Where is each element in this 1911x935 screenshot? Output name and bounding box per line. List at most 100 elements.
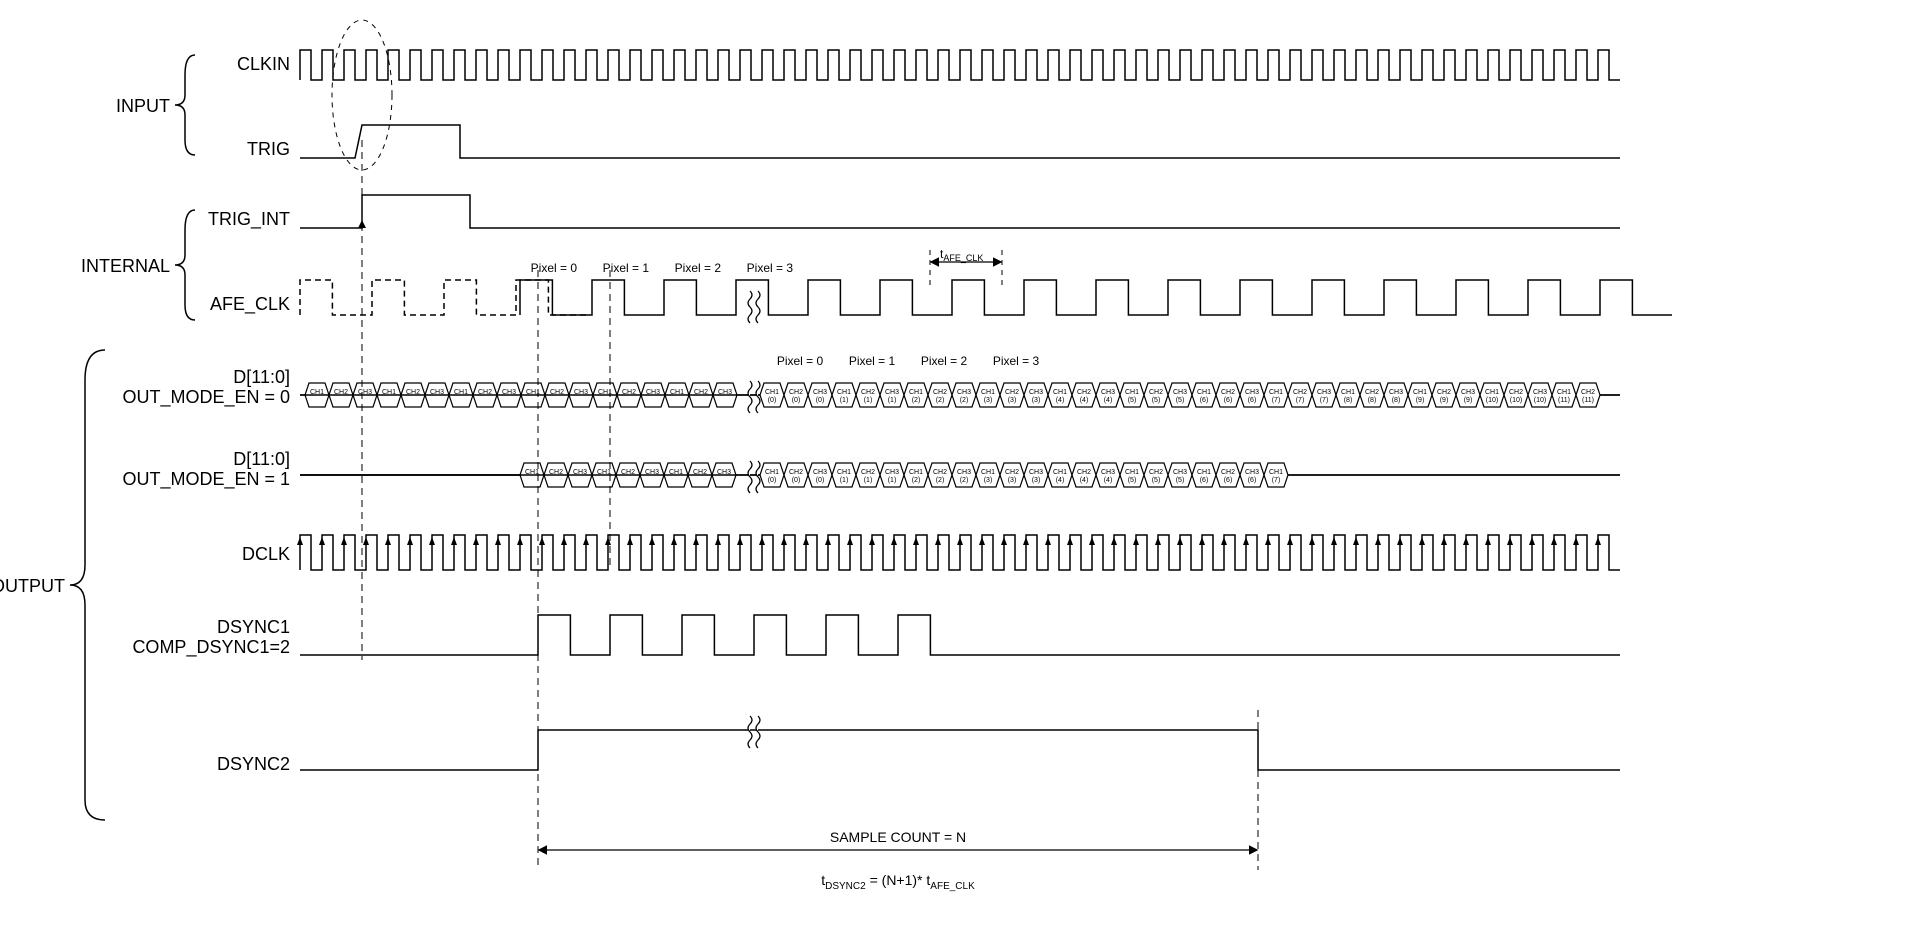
- svg-text:(5): (5): [1176, 477, 1185, 484]
- svg-text:CH3: CH3: [1173, 389, 1187, 396]
- svg-text:Pixel = 3: Pixel = 3: [747, 261, 794, 275]
- svg-text:CH2: CH2: [1221, 389, 1235, 396]
- svg-text:CH3: CH3: [957, 469, 971, 476]
- label-dsync1-b: COMP_DSYNC1=2: [132, 637, 290, 658]
- wave-trig: [300, 125, 1620, 158]
- svg-text:(7): (7): [1320, 397, 1329, 404]
- svg-text:Pixel = 1: Pixel = 1: [603, 261, 650, 275]
- svg-text:CH2: CH2: [1005, 389, 1019, 396]
- svg-text:CH1: CH1: [909, 389, 923, 396]
- svg-text:(4): (4): [1056, 477, 1065, 484]
- t-afe-clk-marker: tAFE_CLK: [930, 247, 1002, 290]
- svg-text:(4): (4): [1080, 477, 1089, 484]
- label-d-mode0-b: OUT_MODE_EN = 0: [122, 387, 290, 408]
- svg-text:CH2: CH2: [1221, 469, 1235, 476]
- svg-text:CH2: CH2: [861, 469, 875, 476]
- svg-text:(0): (0): [768, 397, 777, 404]
- svg-text:CH2: CH2: [789, 389, 803, 396]
- svg-text:(3): (3): [984, 477, 993, 484]
- svg-text:CH3: CH3: [813, 389, 827, 396]
- svg-text:CH3: CH3: [885, 389, 899, 396]
- svg-text:(5): (5): [1152, 477, 1161, 484]
- svg-text:CH1: CH1: [1269, 469, 1283, 476]
- svg-text:CH1: CH1: [1197, 389, 1211, 396]
- label-dsync2: DSYNC2: [217, 754, 290, 774]
- svg-text:(5): (5): [1152, 397, 1161, 404]
- label-trig-int: TRIG_INT: [208, 209, 290, 230]
- svg-text:(7): (7): [1272, 477, 1281, 484]
- svg-text:CH2: CH2: [1005, 469, 1019, 476]
- svg-text:CH3: CH3: [1317, 389, 1331, 396]
- svg-text:Pixel = 0: Pixel = 0: [777, 354, 824, 368]
- svg-text:(4): (4): [1104, 477, 1113, 484]
- svg-text:tDSYNC2 = (N+1)* tAFE_CLK: tDSYNC2 = (N+1)* tAFE_CLK: [821, 872, 975, 892]
- wave-clkin: [300, 50, 1620, 80]
- svg-text:CH2: CH2: [1077, 389, 1091, 396]
- svg-text:(4): (4): [1104, 397, 1113, 404]
- svg-text:(0): (0): [768, 477, 777, 484]
- svg-text:(2): (2): [936, 477, 945, 484]
- wave-dsync1: [300, 615, 1620, 655]
- svg-text:(6): (6): [1248, 477, 1257, 484]
- svg-text:(0): (0): [816, 397, 825, 404]
- svg-text:CH3: CH3: [813, 469, 827, 476]
- svg-text:(7): (7): [1272, 397, 1281, 404]
- svg-text:(1): (1): [864, 397, 873, 404]
- svg-text:(10): (10): [1534, 397, 1546, 404]
- svg-text:(3): (3): [984, 397, 993, 404]
- svg-text:CH2: CH2: [1437, 389, 1451, 396]
- svg-text:CH1: CH1: [1413, 389, 1427, 396]
- svg-text:(4): (4): [1056, 397, 1065, 404]
- pixel-labels-output: Pixel = 0Pixel = 1Pixel = 2Pixel = 3: [777, 354, 1040, 368]
- svg-text:Pixel = 1: Pixel = 1: [849, 354, 896, 368]
- svg-text:(2): (2): [936, 397, 945, 404]
- svg-text:CH2: CH2: [1149, 389, 1163, 396]
- svg-text:CH3: CH3: [885, 469, 899, 476]
- bus-d-mode0: CH1 CH2 CH3 CH1 CH2 CH3 CH1 CH2 CH3 CH1 CH2 CH3 CH1 C…: [300, 383, 1620, 407]
- pixel-labels-internal: Pixel = 0Pixel = 1Pixel = 2Pixel = 3: [531, 261, 794, 275]
- svg-text:(1): (1): [840, 397, 849, 404]
- svg-text:Pixel = 2: Pixel = 2: [675, 261, 722, 275]
- label-dsync1-a: DSYNC1: [217, 617, 290, 637]
- wave-dclk: [297, 535, 1620, 570]
- svg-text:(6): (6): [1248, 397, 1257, 404]
- svg-text:CH2: CH2: [933, 469, 947, 476]
- svg-text:CH1: CH1: [1341, 389, 1355, 396]
- svg-text:CH1: CH1: [981, 389, 995, 396]
- sample-count-annotation: SAMPLE COUNT = N tDSYNC2 = (N+1)* tAFE_C…: [540, 829, 1256, 892]
- svg-text:CH2: CH2: [1293, 389, 1307, 396]
- svg-text:(1): (1): [840, 477, 849, 484]
- svg-text:CH1: CH1: [1557, 389, 1571, 396]
- svg-text:(8): (8): [1392, 397, 1401, 404]
- svg-text:Pixel = 3: Pixel = 3: [993, 354, 1040, 368]
- svg-text:(0): (0): [792, 477, 801, 484]
- svg-text:CH2: CH2: [933, 389, 947, 396]
- group-input-label: INPUT: [116, 96, 170, 116]
- label-d-mode1-a: D[11:0]: [233, 449, 290, 469]
- svg-text:(6): (6): [1200, 477, 1209, 484]
- svg-text:(5): (5): [1176, 397, 1185, 404]
- svg-text:(3): (3): [1032, 477, 1041, 484]
- svg-text:CH1: CH1: [765, 469, 779, 476]
- svg-text:CH3: CH3: [1245, 469, 1259, 476]
- break-markers: [748, 291, 760, 748]
- wave-trigint: [300, 195, 1620, 228]
- svg-text:CH3: CH3: [1245, 389, 1259, 396]
- svg-text:CH2: CH2: [789, 469, 803, 476]
- label-d-mode0-a: D[11:0]: [233, 367, 290, 387]
- svg-text:CH3: CH3: [1461, 389, 1475, 396]
- svg-text:(10): (10): [1510, 397, 1522, 404]
- svg-text:CH1: CH1: [837, 389, 851, 396]
- label-d-mode1-b: OUT_MODE_EN = 1: [122, 469, 290, 490]
- svg-text:(9): (9): [1416, 397, 1425, 404]
- svg-text:CH1: CH1: [909, 469, 923, 476]
- svg-text:(9): (9): [1464, 397, 1473, 404]
- svg-text:(8): (8): [1344, 397, 1353, 404]
- svg-text:(3): (3): [1008, 477, 1017, 484]
- wave-dsync2: [300, 730, 1620, 770]
- label-clkin: CLKIN: [237, 54, 290, 74]
- svg-text:(0): (0): [792, 397, 801, 404]
- svg-text:CH3: CH3: [1389, 389, 1403, 396]
- svg-text:CH2: CH2: [861, 389, 875, 396]
- svg-text:CH3: CH3: [1029, 469, 1043, 476]
